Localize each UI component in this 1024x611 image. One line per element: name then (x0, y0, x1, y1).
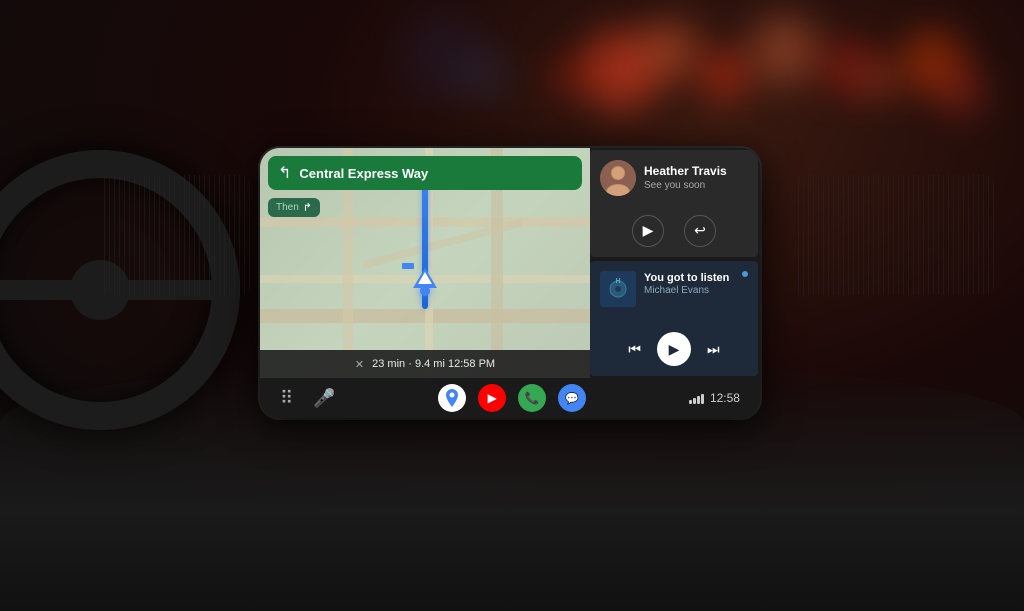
bottom-nav-bar: ⠿ 🎤 ▶ (260, 378, 760, 418)
youtube-app-icon[interactable]: ▶ (478, 384, 506, 412)
bar-2 (693, 398, 696, 404)
right-panel: Heather Travis See you soon ▶ ↩ (590, 148, 760, 378)
then-turn-icon: ↱ (303, 201, 312, 214)
contact-card[interactable]: Heather Travis See you soon ▶ ↩ (590, 150, 758, 257)
music-title: You got to listen (644, 271, 748, 285)
contact-avatar (600, 160, 636, 196)
next-track-button[interactable]: ⏭ (707, 341, 720, 358)
nav-banner[interactable]: ↰ Central Express Way (268, 156, 582, 190)
play-pause-button[interactable]: ▶ (657, 332, 691, 366)
maps-app-icon[interactable] (438, 384, 466, 412)
speaker-left (100, 175, 250, 295)
reply-button[interactable]: ↩ (684, 215, 716, 247)
close-route-icon[interactable]: ✕ (355, 358, 364, 371)
status-time: 12:58 (710, 391, 740, 405)
music-status-dot (742, 271, 748, 277)
bar-4 (701, 394, 704, 404)
nav-then-instruction: Then ↱ (268, 198, 320, 217)
status-area: 12:58 (689, 391, 740, 405)
background: ↰ Central Express Way Then ↱ ✕ 23 min · (0, 0, 1024, 611)
signal-strength-icon (689, 392, 704, 404)
youtube-icon-label: ▶ (488, 391, 497, 405)
contact-subtitle: See you soon (644, 179, 748, 192)
contact-text: Heather Travis See you soon (644, 164, 748, 191)
messages-icon-label: 💬 (565, 392, 579, 405)
map-bottom-bar: ✕ 23 min · 9.4 mi 12:58 PM (260, 350, 590, 378)
screen-content: ↰ Central Express Way Then ↱ ✕ 23 min · (260, 148, 760, 418)
nav-apps-area: ▶ 📞 💬 (438, 384, 586, 412)
location-marker (413, 268, 437, 296)
turn-left-icon: ↰ (278, 163, 291, 183)
phone-app-icon[interactable]: 📞 (518, 384, 546, 412)
microphone-icon[interactable]: 🎤 (313, 388, 335, 409)
music-card[interactable]: H You got to listen Michael Evans ⏮ ▶ (590, 261, 758, 376)
play-message-button[interactable]: ▶ (632, 215, 664, 247)
prev-track-button[interactable]: ⏮ (628, 341, 641, 358)
messages-app-icon[interactable]: 💬 (558, 384, 586, 412)
phone-icon-label: 📞 (525, 391, 540, 405)
apps-grid-icon[interactable]: ⠿ (280, 388, 293, 409)
android-auto-screen: ↰ Central Express Way Then ↱ ✕ 23 min · (260, 148, 760, 418)
contact-info-area: Heather Travis See you soon (600, 160, 748, 196)
nav-left-area: ⠿ 🎤 (280, 388, 336, 409)
map-area[interactable]: ↰ Central Express Way Then ↱ ✕ 23 min · (260, 148, 590, 378)
music-text: You got to listen Michael Evans (644, 271, 748, 296)
music-controls: ⏮ ▶ ⏭ (600, 332, 748, 366)
album-image: H (600, 271, 636, 307)
screen-main-area: ↰ Central Express Way Then ↱ ✕ 23 min · (260, 148, 760, 378)
contact-actions: ▶ ↩ (600, 211, 748, 247)
bar-1 (689, 400, 692, 404)
music-artist: Michael Evans (644, 285, 748, 296)
eta-info: 23 min · 9.4 mi 12:58 PM (372, 358, 495, 370)
nav-street-name: Central Express Way (299, 166, 572, 181)
bar-3 (697, 396, 700, 404)
speaker-right (794, 175, 994, 295)
svg-text:H: H (615, 278, 620, 285)
avatar-image (600, 160, 636, 196)
then-label: Then (276, 202, 299, 213)
music-album-art: H (600, 271, 636, 307)
maps-icon-svg (442, 388, 462, 408)
music-info-area: H You got to listen Michael Evans (600, 271, 748, 307)
contact-name: Heather Travis (644, 164, 748, 178)
